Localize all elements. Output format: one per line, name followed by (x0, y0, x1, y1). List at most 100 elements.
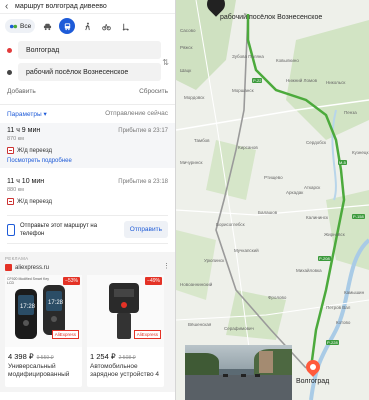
all-modes-icon (9, 24, 18, 28)
route-option-1[interactable]: 11 ч 9 мин Прибытие в 23:17 870 км Ж/д п… (0, 123, 175, 168)
route-distance: 870 км (7, 136, 24, 142)
bus-mode-icon[interactable] (59, 18, 76, 34)
town-label: Мичуринск (180, 160, 203, 165)
chevron-down-icon: ▾ (43, 111, 47, 118)
route-arrival: Прибытие в 23:18 (118, 179, 168, 185)
town-label: Камышин (344, 290, 365, 295)
route-warning-text: Ж/д переезд (17, 147, 52, 154)
route-duration: 11 ч 9 мин (7, 127, 41, 134)
route-duration: 11 ч 10 мин (7, 178, 45, 185)
town-label: Шацк (180, 68, 192, 73)
price: 4 398 ₽ (8, 352, 34, 361)
scooter-mode-icon[interactable] (118, 19, 132, 33)
town-label: Никольск (326, 80, 346, 85)
town-label: Зубова Поляна (232, 54, 264, 59)
product-title: Автомобильное зарядное устройство 4 (90, 363, 159, 378)
route-option-2[interactable]: 11 ч 10 мин Прибытие в 23:18 880 км Ж/д … (0, 174, 175, 209)
old-price: 2 508 ₽ (118, 355, 136, 361)
video-thumbnail[interactable] (185, 345, 292, 400)
departure-selector[interactable]: Отправление сейчас (105, 110, 168, 118)
town-label: Тамбов (194, 138, 210, 143)
town-label: Серафимович (224, 326, 254, 331)
town-label: Сасово (180, 28, 196, 33)
ad-block: РЕКЛАМА aliexpress.ru ⋮ CF920 Modified S… (0, 252, 175, 392)
point-actions: Добавить Сбросить (0, 84, 175, 100)
video-road (185, 375, 292, 400)
video-car (255, 374, 260, 377)
from-point: Волгоград (7, 40, 161, 60)
town-label: Пенза (344, 110, 357, 115)
ad-card-1[interactable]: CF920 Modified Smart Key LCD 17:28 17:28… (5, 275, 82, 387)
svg-text:17:28: 17:28 (48, 300, 64, 306)
to-input[interactable]: рабочий посёлок Вознесенское (18, 63, 161, 81)
route-warning: Ж/д переезд (7, 198, 168, 205)
walk-mode-icon[interactable] (80, 19, 94, 33)
town-label: Ртищево (264, 175, 283, 180)
aliexpress-tag: AliExpress (133, 330, 161, 339)
product-image: CF920 Modified Smart Key LCD 17:28 17:28… (5, 275, 82, 347)
back-arrow-icon[interactable]: ‹ (5, 1, 15, 12)
railway-crossing-icon (7, 198, 14, 205)
road-number-badge: Р-228 (326, 340, 339, 345)
add-point-link[interactable]: Добавить (7, 88, 36, 100)
send-button[interactable]: Отправить (123, 221, 168, 238)
more-options-icon[interactable]: ⋮ (163, 262, 170, 270)
product-image-caption: CF920 Modified Smart Key LCD (7, 277, 50, 285)
route-warning-text: Ж/д переезд (17, 198, 52, 205)
town-label: Котово (336, 320, 351, 325)
aliexpress-logo-icon (5, 264, 12, 271)
town-label: Ряжск (180, 45, 193, 50)
from-dot-icon (7, 47, 12, 53)
search-bar[interactable]: ‹ маршрут волгоград дивеево (0, 0, 175, 14)
start-town-label: рабочий посёлок Вознесенское (220, 14, 323, 21)
discount-badge: −49% (145, 277, 162, 285)
route-distance: 880 км (7, 187, 24, 193)
town-label: Балашов (258, 210, 278, 215)
town-label: Вёшенская (188, 322, 212, 327)
town-label: Калининск (306, 215, 328, 220)
route-panel: ‹ маршрут волгоград дивеево Все Волгогра… (0, 0, 176, 400)
mode-all-label: Все (20, 22, 32, 30)
params-dropdown[interactable]: Параметры ▾ (7, 110, 47, 118)
town-label: Петров Вал (326, 305, 351, 310)
product-title: Универсальный модифицированный (8, 363, 70, 378)
town-label: Аркадак (286, 190, 304, 195)
road-number-badge: Р-22 (252, 78, 263, 83)
send-to-phone: Отправьте этот маршрут на телефон Отправ… (7, 215, 168, 244)
ad-source[interactable]: aliexpress.ru (5, 264, 49, 271)
road-number-badge: Р-208 (318, 256, 331, 261)
road-number-badge: Р-158 (352, 214, 365, 219)
old-price: 9 559 ₽ (36, 355, 54, 361)
route-warning: Ж/д переезд (7, 147, 168, 154)
reset-link[interactable]: Сбросить (139, 88, 168, 100)
town-label: Ковылкино (276, 58, 299, 63)
railway-crossing-icon (7, 147, 14, 154)
town-label: Нижний Ломов (286, 78, 317, 83)
ad-source-name: aliexpress.ru (15, 264, 50, 271)
to-dot-icon (7, 69, 12, 75)
town-label: Борисоглебск (216, 222, 245, 227)
town-label: Урюпинск (204, 258, 225, 263)
transport-modes: Все (0, 14, 175, 38)
town-label: Сердобск (306, 140, 327, 145)
town-label: Мучкапский (234, 248, 259, 253)
route-details-link[interactable]: Посмотреть подробнее (7, 158, 168, 164)
mode-all[interactable]: Все (5, 19, 36, 33)
town-label: Михайловка (296, 268, 322, 273)
ad-card-2[interactable]: −49% AliExpress 1 254 ₽ 2 508 ₽ Автомоби… (87, 275, 164, 387)
swap-points-icon[interactable]: ⇅ (162, 58, 169, 67)
aliexpress-tag: AliExpress (51, 330, 79, 339)
map-canvas (176, 0, 369, 400)
search-query[interactable]: маршрут волгоград дивеево (15, 3, 170, 10)
town-label: Мордовск (184, 95, 205, 100)
video-building (259, 351, 273, 373)
end-city-label: Волгоград (296, 378, 330, 385)
from-input[interactable]: Волгоград (18, 41, 161, 59)
car-mode-icon[interactable] (40, 19, 54, 33)
route-arrival: Прибытие в 23:17 (118, 128, 168, 134)
ad-label: РЕКЛАМА (5, 256, 29, 261)
bicycle-mode-icon[interactable] (99, 19, 113, 33)
map-view[interactable]: рабочий посёлок Вознесенское Зубова Поля… (176, 0, 369, 400)
params-row: Параметры ▾ Отправление сейчас (0, 105, 175, 123)
town-label: Аткарск (304, 185, 321, 190)
